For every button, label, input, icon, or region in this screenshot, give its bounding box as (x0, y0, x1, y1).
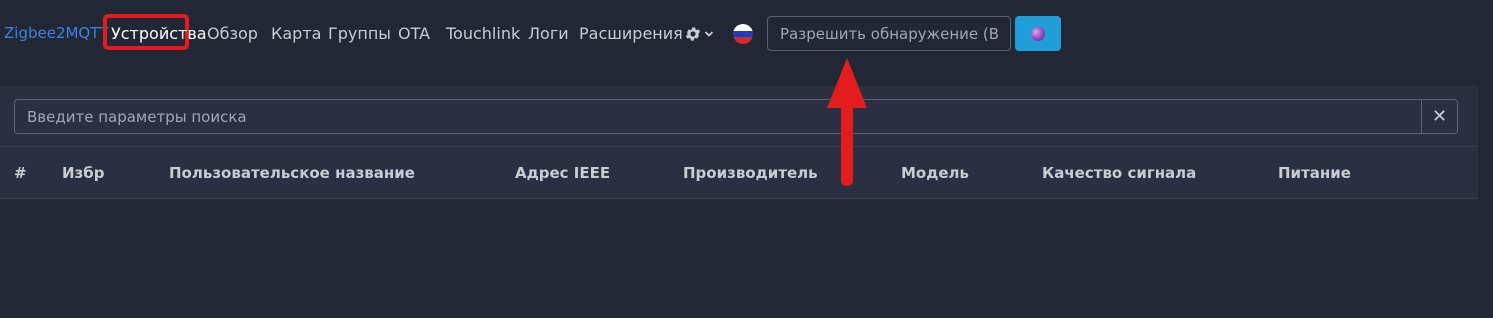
devices-card: ✕ # Избр Пользовательское название Адрес… (0, 86, 1478, 199)
column-header-manufacturer[interactable]: Производитель (683, 164, 818, 182)
navbar: Zigbee2MQTT Устройства Обзор Карта Групп… (0, 0, 1493, 70)
nav-item-touchlink[interactable]: Touchlink (446, 24, 520, 43)
column-header-favorite[interactable]: Избр (62, 164, 104, 182)
permit-join-select[interactable] (767, 16, 1011, 51)
nav-item-map[interactable]: Карта (271, 24, 321, 43)
table-header-row: # Избр Пользовательское название Адрес I… (0, 147, 1478, 199)
nav-item-devices[interactable]: Устройства (111, 24, 207, 43)
permit-join-button[interactable] (1015, 16, 1061, 51)
nav-item-groups[interactable]: Группы (328, 24, 391, 43)
nav-item-extensions[interactable]: Расширения (579, 24, 683, 43)
search-input[interactable] (14, 99, 1422, 134)
brand-link[interactable]: Zigbee2MQTT (4, 24, 108, 42)
close-icon: ✕ (1431, 106, 1448, 127)
purple-dot-icon (1031, 26, 1045, 41)
page: Zigbee2MQTT Устройства Обзор Карта Групп… (0, 0, 1493, 318)
gear-icon (685, 27, 701, 41)
annotation-arrow (827, 58, 867, 186)
nav-item-dashboard[interactable]: Обзор (207, 24, 258, 43)
column-header-index[interactable]: # (14, 164, 27, 182)
column-header-link-quality[interactable]: Качество сигнала (1042, 164, 1196, 182)
nav-item-ota[interactable]: OTA (398, 24, 430, 43)
column-header-model[interactable]: Модель (901, 164, 969, 182)
russia-flag-icon[interactable] (733, 24, 753, 44)
column-header-ieee-address[interactable]: Адрес IEEE (515, 164, 610, 182)
chevron-down-icon (704, 31, 714, 37)
column-header-power[interactable]: Питание (1278, 164, 1351, 182)
settings-dropdown[interactable] (684, 23, 714, 45)
nav-item-logs[interactable]: Логи (528, 24, 569, 43)
clear-search-button[interactable]: ✕ (1421, 99, 1458, 134)
column-header-friendly-name[interactable]: Пользовательское название (169, 164, 415, 182)
